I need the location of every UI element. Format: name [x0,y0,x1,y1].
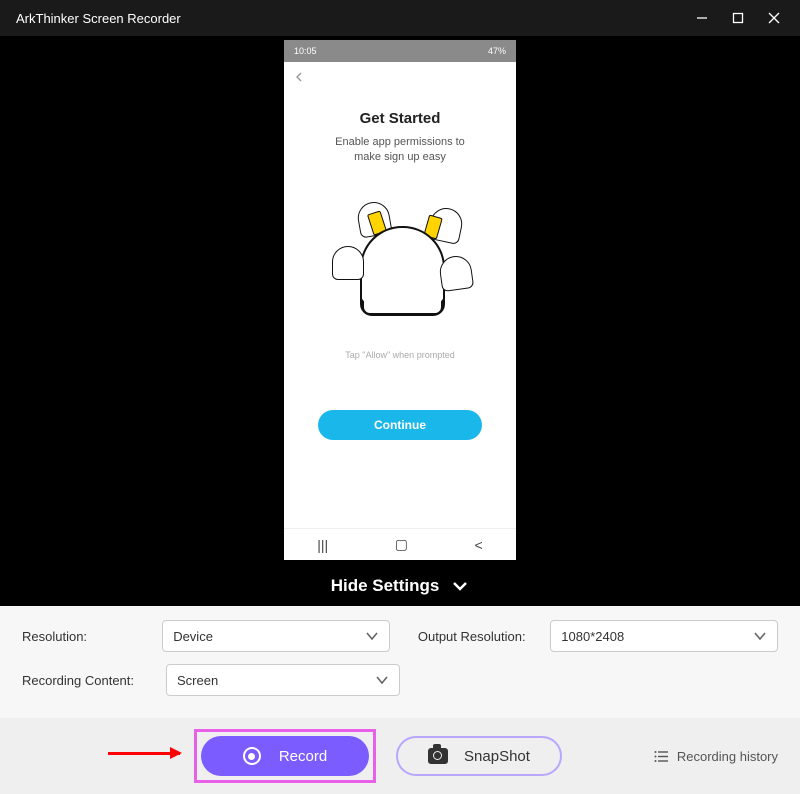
chevron-down-icon [753,629,767,643]
list-icon [654,749,669,764]
minimize-button[interactable] [684,4,720,32]
resolution-dropdown[interactable]: Device [162,620,390,652]
maximize-icon [731,11,745,25]
chevron-down-icon [451,577,469,595]
close-button[interactable] [756,4,792,32]
settings-row-content: Recording Content: Screen [22,664,778,696]
output-resolution-dropdown[interactable]: 1080*2408 [550,620,778,652]
ghost-illustration [330,206,470,326]
phone-nav-home-icon: ▢ [395,536,408,553]
recording-content-value: Screen [177,673,218,688]
app-title: ArkThinker Screen Recorder [16,11,181,26]
phone-hint: Tap "Allow" when prompted [345,350,454,360]
phone-nav-back-icon: < [475,537,483,553]
hide-settings-label: Hide Settings [331,576,440,596]
hide-settings-toggle[interactable]: Hide Settings [0,566,800,606]
phone-status-bar: 10:05 47% [284,40,516,62]
output-resolution-label: Output Resolution: [418,629,534,644]
chevron-down-icon [375,673,389,687]
phone-content: Get Started Enable app permissions to ma… [284,92,516,528]
output-resolution-value: 1080*2408 [561,629,624,644]
maximize-button[interactable] [720,4,756,32]
action-bar: Record SnapShot Recording history [0,718,800,794]
chevron-down-icon [365,629,379,643]
phone-navbar: ||| ▢ < [284,528,516,560]
phone-subtitle: Enable app permissions to make sign up e… [335,135,465,166]
window-controls [684,4,792,32]
recording-history-link[interactable]: Recording history [654,749,778,764]
close-icon [767,11,781,25]
device-preview: 10:05 47% Get Started Enable app permiss… [0,36,800,566]
settings-panel: Resolution: Device Output Resolution: 10… [0,606,800,718]
camera-icon [428,748,448,764]
record-label: Record [279,748,327,765]
phone-heading: Get Started [360,110,441,127]
recording-history-label: Recording history [677,749,778,764]
record-icon [243,747,261,765]
chevron-left-icon [294,72,304,82]
snapshot-button[interactable]: SnapShot [396,736,562,776]
phone-status-battery: 47% [488,46,506,56]
settings-row-resolution: Resolution: Device Output Resolution: 10… [22,620,778,652]
phone-status-time: 10:05 [294,46,317,56]
record-button[interactable]: Record [201,736,369,776]
snapshot-label: SnapShot [464,748,530,765]
recording-content-dropdown[interactable]: Screen [166,664,400,696]
recording-content-label: Recording Content: [22,673,150,688]
resolution-value: Device [173,629,213,644]
minimize-icon [695,11,709,25]
title-bar: ArkThinker Screen Recorder [0,0,800,36]
record-highlight-box: Record [194,729,376,783]
phone-nav-recent-icon: ||| [317,537,328,553]
annotation-arrow [108,752,180,755]
resolution-label: Resolution: [22,629,146,644]
phone-back-button [284,62,516,92]
phone-continue-button: Continue [318,410,482,440]
phone-mockup: 10:05 47% Get Started Enable app permiss… [284,40,516,560]
